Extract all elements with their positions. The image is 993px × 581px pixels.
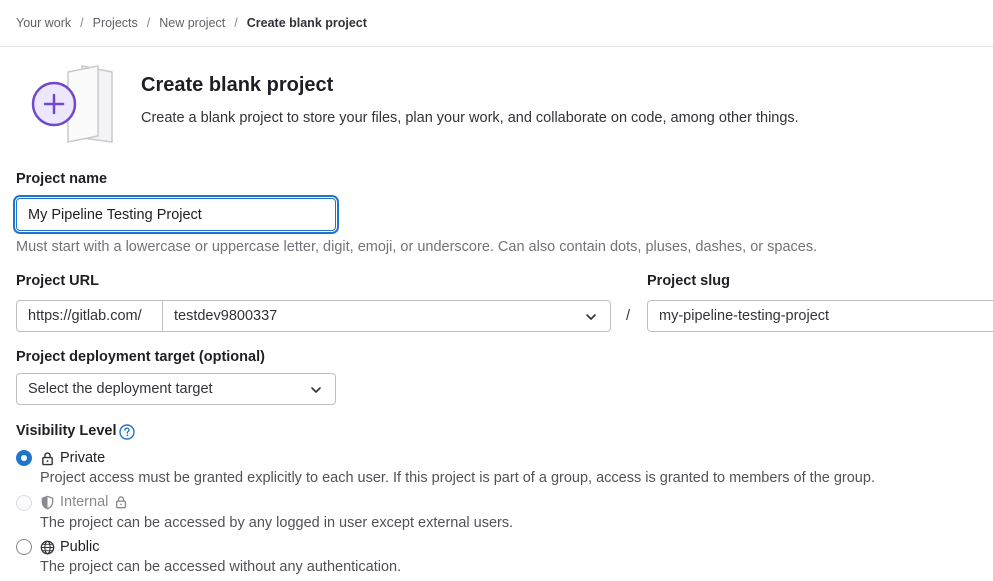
url-slug-separator: / [626,308,631,324]
visibility-private-description: Project access must be granted explicitl… [40,470,875,486]
visibility-private-label: Private [60,450,106,466]
project-name-input[interactable] [16,198,336,231]
header-divider [0,46,993,47]
visibility-public-option[interactable]: Public [40,539,100,555]
shield-icon [41,495,54,509]
visibility-private-option[interactable]: Private [40,450,105,466]
chevron-down-icon [311,387,321,393]
visibility-public-radio[interactable] [16,539,32,555]
visibility-private-radio[interactable] [16,450,32,466]
page-description: Create a blank project to store your fil… [141,110,799,126]
question-circle-icon[interactable] [119,424,135,440]
project-name-label: Project name [16,171,108,187]
project-url-label: Project URL [16,273,99,289]
visibility-internal-radio [16,495,32,511]
deployment-target-label: Project deployment target (optional) [16,349,265,365]
visibility-public-description: The project can be accessed without any … [40,559,402,575]
chevron-down-icon [586,314,596,320]
visibility-internal-label: Internal [60,494,109,510]
breadcrumb-separator: / [80,16,84,30]
globe-icon [40,540,55,554]
breadcrumb-separator: / [146,16,151,30]
plus-circle-illustration-icon [28,62,114,146]
breadcrumb-your-work[interactable]: Your work [16,16,71,30]
project-slug-input[interactable] [647,300,993,332]
deployment-target-placeholder: Select the deployment target [28,381,213,397]
deployment-target-select[interactable]: Select the deployment target [16,373,336,405]
visibility-level-label: Visibility Level [16,423,117,439]
breadcrumb-current: Create blank project [246,16,367,30]
breadcrumb-projects[interactable]: Projects [93,16,138,30]
project-name-help: Must start with a lowercase or uppercase… [16,239,818,255]
breadcrumb-separator: / [234,16,238,30]
visibility-internal-description: The project can be accessed by any logge… [40,515,514,531]
project-url-prefix: https://gitlab.com/ [16,300,162,332]
breadcrumb: Your work / Projects / New project / Cre… [16,14,367,32]
namespace-select[interactable]: testdev9800337 [162,300,611,332]
page-title: Create blank project [141,74,334,96]
breadcrumb-new-project[interactable]: New project [159,16,225,30]
project-slug-label: Project slug [647,273,730,289]
visibility-public-label: Public [60,539,100,555]
visibility-internal-option: Internal [40,494,128,510]
namespace-value: testdev9800337 [174,308,278,324]
lock-icon [42,451,53,465]
lock-icon [116,496,127,509]
